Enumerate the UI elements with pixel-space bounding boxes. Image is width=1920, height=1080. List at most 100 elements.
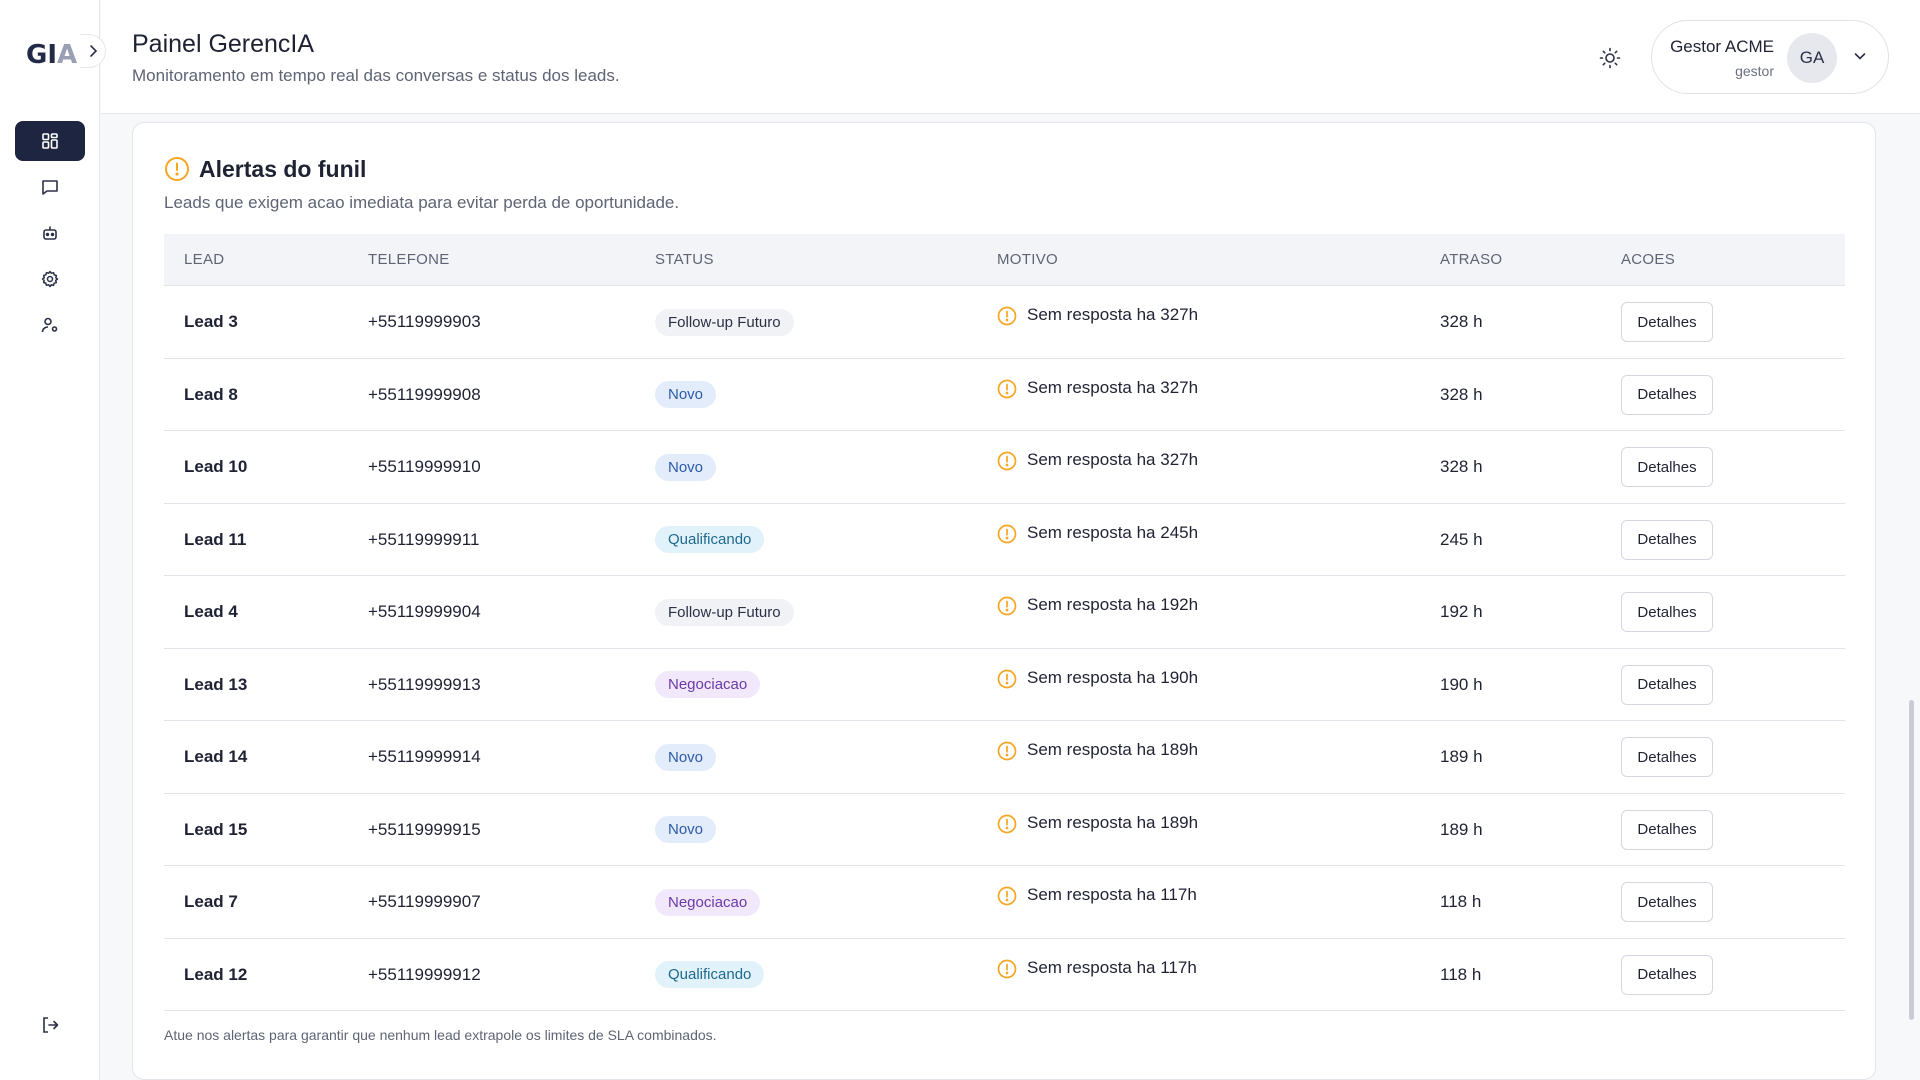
details-button[interactable]: Detalhes [1621, 882, 1713, 922]
sidebar-item-dashboard[interactable] [15, 121, 85, 161]
actions-cell: Detalhes [1621, 576, 1713, 648]
alert-circle-icon [997, 741, 1017, 761]
lead-phone: +55119999908 [368, 384, 481, 404]
user-role: gestor [1735, 63, 1774, 79]
alert-circle-icon [997, 451, 1017, 471]
reason-text: Sem resposta ha 117h [1027, 957, 1197, 977]
alert-circle-icon [997, 306, 1017, 326]
user-menu-button[interactable]: Gestor ACME gestor GA [1651, 20, 1889, 94]
status-cell: Novo [655, 721, 717, 793]
sidebar-item-settings[interactable] [15, 259, 85, 299]
alerts-table: LEAD TELEFONE STATUS MOTIVO ATRASO ACOES… [164, 234, 1845, 1011]
user-name: Gestor ACME [1670, 37, 1774, 56]
reason-cell: Sem resposta ha 189h [997, 721, 1198, 793]
alert-circle-icon [997, 669, 1017, 688]
reason-cell: Sem resposta ha 192h [997, 576, 1198, 648]
actions-cell: Detalhes [1621, 359, 1713, 431]
sidebar-item-users[interactable] [15, 305, 85, 345]
lead-phone: +55119999912 [368, 964, 481, 984]
delay-value: 328 h [1440, 312, 1483, 331]
table-row: Lead 10 +55119999910 Novo Sem resposta ha 3… [164, 431, 1845, 504]
lead-phone: +55119999911 [368, 529, 480, 549]
lead-phone: +55119999914 [368, 747, 481, 766]
details-button[interactable]: Detalhes [1621, 809, 1713, 850]
details-button[interactable]: Detalhes [1621, 592, 1713, 632]
sun-icon [1599, 47, 1621, 69]
actions-cell: Detalhes [1621, 286, 1713, 358]
logo-text: GIA [26, 40, 78, 70]
lead-name: Lead 4 [184, 602, 238, 621]
app-logo: GIA [26, 40, 77, 70]
column-header-telefone: TELEFONE [368, 251, 450, 268]
reason-text: Sem resposta ha 190h [1027, 667, 1199, 687]
user-settings-icon [41, 317, 58, 333]
details-button[interactable]: Detalhes [1621, 447, 1713, 487]
alert-circle-icon [997, 814, 1017, 833]
status-badge: Follow-up Futuro [655, 598, 794, 626]
sidebar-item-bot[interactable] [15, 213, 85, 253]
reason-cell: Sem resposta ha 189h [997, 794, 1198, 866]
gear-icon [41, 270, 59, 288]
lead-name: Lead 13 [184, 674, 248, 694]
reason-text: Sem resposta ha 245h [1027, 522, 1199, 542]
alert-circle-icon [997, 596, 1017, 616]
alerts-card: Alertas do funil Leads que exigem acao i… [132, 122, 1876, 1080]
table-row: Lead 13 +55119999913 Negociacao Sem respost… [164, 649, 1845, 721]
details-button[interactable]: Detalhes [1621, 374, 1713, 415]
status-badge: Negociacao [655, 888, 761, 916]
details-button[interactable]: Detalhes [1621, 664, 1713, 705]
column-header-acoes: ACOES [1621, 251, 1676, 268]
status-cell: Follow-up Futuro [655, 286, 794, 358]
lead-phone: +55119999904 [368, 602, 481, 621]
alert-circle-icon [997, 959, 1017, 978]
column-header-status: STATUS [655, 251, 714, 268]
actions-cell: Detalhes [1621, 939, 1713, 1011]
table-row: Lead 11 +55119999911 Qualificando Sem respo… [164, 504, 1845, 576]
table-row: Lead 12 +55119999912 Qualificando Sem respo… [164, 939, 1845, 1011]
delay-value: 192 h [1440, 602, 1483, 621]
lead-name: Lead 11 [184, 529, 247, 549]
actions-cell: Detalhes [1621, 649, 1713, 721]
page-header: Painel GerencIA Monitoramento em tempo r… [101, 0, 1920, 114]
details-button[interactable]: Detalhes [1621, 519, 1713, 560]
status-badge: Follow-up Futuro [655, 308, 794, 336]
reason-text: Sem resposta ha 327h [1027, 377, 1199, 397]
scrollbar-thumb[interactable] [1909, 700, 1914, 1020]
lead-phone: +55119999915 [368, 819, 481, 839]
reason-text: Sem resposta ha 192h [1027, 595, 1199, 614]
column-header-atraso: ATRASO [1440, 251, 1503, 268]
actions-cell: Detalhes [1621, 721, 1713, 793]
table-row: Lead 14 +55119999914 Novo Sem resposta ha 1… [164, 721, 1845, 794]
sidebar-item-conversations[interactable] [15, 167, 85, 207]
details-button[interactable]: Detalhes [1621, 737, 1713, 777]
status-badge: Negociacao [655, 671, 761, 698]
table-row: Lead 8 +55119999908 Novo Sem resposta ha 32… [164, 359, 1845, 431]
reason-cell: Sem resposta ha 117h [997, 866, 1197, 938]
table-row: Lead 3 +55119999903 Follow-up Futuro Sem re… [164, 286, 1845, 359]
logout-button[interactable] [37, 1012, 63, 1038]
delay-value: 118 h [1440, 892, 1482, 911]
status-cell: Novo [655, 359, 717, 431]
sidebar: GIA [0, 0, 100, 1080]
status-badge: Qualificando [655, 526, 765, 553]
status-badge: Novo [655, 816, 717, 843]
alerts-footer: Atue nos alertas para garantir que nenhu… [164, 1027, 717, 1043]
reason-cell: Sem resposta ha 327h [997, 286, 1198, 358]
reason-text: Sem resposta ha 189h [1027, 812, 1199, 832]
bot-icon [43, 226, 57, 240]
status-cell: Qualificando [655, 504, 765, 576]
page-subtitle: Monitoramento em tempo real das conversa… [132, 66, 620, 85]
actions-cell: Detalhes [1621, 866, 1713, 938]
details-button[interactable]: Detalhes [1621, 302, 1713, 342]
status-cell: Qualificando [655, 939, 765, 1011]
alert-circle-icon [997, 886, 1017, 906]
status-badge: Novo [655, 381, 717, 408]
reason-text: Sem resposta ha 327h [1027, 305, 1199, 324]
delay-value: 189 h [1440, 819, 1483, 839]
delay-value: 190 h [1440, 674, 1483, 694]
theme-toggle-button[interactable] [1596, 44, 1624, 72]
avatar: GA [1787, 33, 1837, 83]
alert-circle-icon [997, 379, 1017, 398]
details-button[interactable]: Detalhes [1621, 954, 1713, 995]
logout-icon [43, 1017, 59, 1033]
